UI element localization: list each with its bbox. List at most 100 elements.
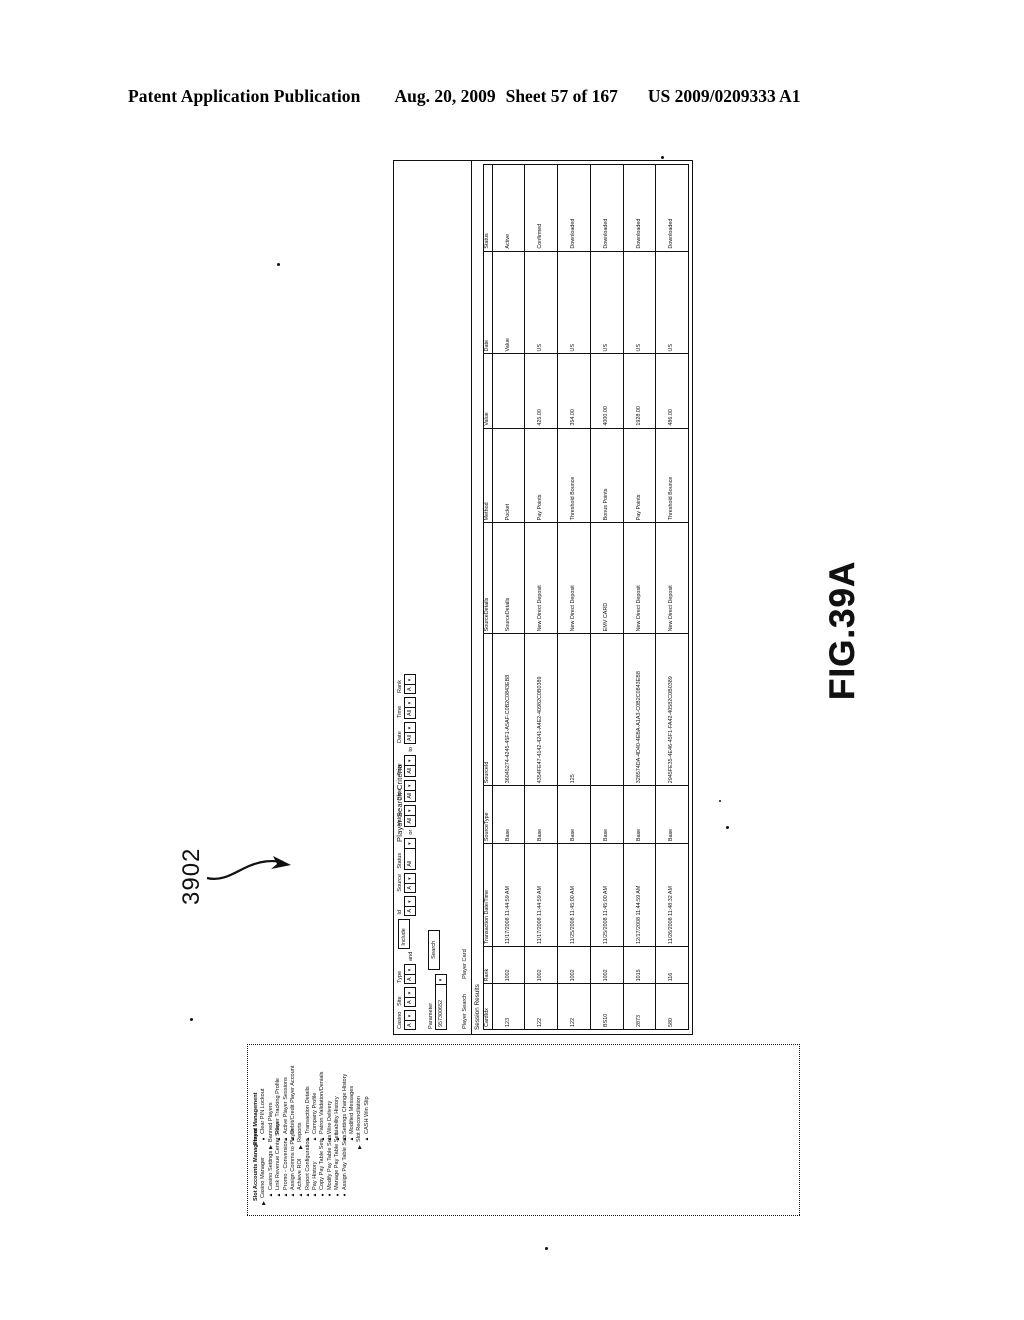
table-row[interactable]: 2873 1015 12/17/2008 11:44:59 AM Base 328574… <box>623 164 656 1030</box>
bullet-icon[interactable]: ● <box>327 1192 334 1198</box>
menu-item-root[interactable]: ▶Slot Accounts Management <box>253 1128 260 1209</box>
combo-id[interactable]: All ▾ <box>404 895 416 916</box>
combo-date-from[interactable]: All ▾ <box>404 779 416 802</box>
bullet-icon[interactable]: ▲ <box>327 1136 334 1142</box>
results-grid-wrapper[interactable]: CardIdx Rank Transaction Date/Time Sourc… <box>483 161 692 1034</box>
cell-sourcetype: Base <box>524 785 558 844</box>
column-header-method[interactable]: Method <box>483 428 493 523</box>
table-row[interactable]: 123 1002 11/17/2008 11:44:59 AM Base 3604527… <box>492 164 525 1030</box>
cell-rank: 116 <box>655 946 689 984</box>
combo-casino[interactable]: All ▾ <box>404 1010 416 1030</box>
chevron-down-icon[interactable]: ▾ <box>405 676 415 685</box>
bullet-icon[interactable]: ▲ <box>305 1136 312 1142</box>
label-rank: Rank <box>397 679 403 693</box>
column-header-date[interactable]: Date <box>483 251 493 354</box>
bullet-icon[interactable]: ▲ <box>305 1192 312 1198</box>
menu-item[interactable]: ● Modify Pay Table Sets <box>327 1135 334 1209</box>
chevron-down-icon[interactable]: ▾ <box>436 976 446 985</box>
chevron-down-icon[interactable]: ▾ <box>405 699 415 708</box>
expander-icon[interactable]: ▶ <box>261 1200 268 1206</box>
bullet-icon[interactable]: ▲ <box>342 1136 349 1142</box>
menu-item[interactable]: ▶ Slot Reconciliation <box>356 1096 364 1153</box>
bullet-icon[interactable]: ▲ <box>349 1136 356 1142</box>
menu-item[interactable]: ▲ Company Profile <box>312 1093 319 1153</box>
chevron-down-icon[interactable]: ▾ <box>405 989 415 998</box>
bullet-icon[interactable]: ▲ <box>283 1136 290 1142</box>
chevron-down-icon[interactable]: ▾ <box>405 966 415 975</box>
column-header-value[interactable]: Value <box>483 353 493 429</box>
bullet-icon[interactable]: ▲ <box>364 1136 371 1142</box>
search-button[interactable]: Search <box>428 929 440 970</box>
table-row[interactable]: 122 1002 11/17/2008 11:44:59 AM Base 4354FE4… <box>524 164 558 1030</box>
menu-item[interactable]: ▶ Casino Manager <box>260 1157 268 1209</box>
table-row[interactable]: 122 1002 11/25/2008 11:45:00 AM Base 125 New … <box>557 164 591 1030</box>
menu-item[interactable]: ● Assign Pay Table Sets <box>342 1134 349 1209</box>
expander-icon[interactable]: ▶ <box>298 1144 305 1150</box>
bullet-icon[interactable]: ▲ <box>283 1192 290 1198</box>
combo-site[interactable]: All ▾ <box>404 987 416 1007</box>
chevron-down-icon[interactable]: ▾ <box>405 1012 415 1021</box>
table-row[interactable]: 580 116 11/26/2008 11:48:32 AM Base 2945FE35… <box>655 164 689 1030</box>
menu-item[interactable]: ▲ Assign Comms to Player <box>290 1129 297 1209</box>
bullet-icon[interactable]: ● <box>320 1192 327 1198</box>
table-header-row: CardIdx Rank Transaction Date/Time Sourc… <box>483 164 493 1030</box>
combo-rank[interactable]: All ▾ <box>404 674 416 694</box>
combo-parameter[interactable]: 957300652 ▾ <box>435 974 447 1030</box>
menu-item[interactable]: ▶ Reports <box>297 1107 304 1153</box>
column-header-sourcetype[interactable]: SourceType <box>483 785 493 844</box>
bullet-icon[interactable]: ▲ <box>276 1136 283 1142</box>
menu-item[interactable]: ▲ Casino Settings <box>268 1151 275 1209</box>
bullet-icon[interactable]: ▲ <box>312 1136 319 1142</box>
combo-date-to[interactable]: All ▾ <box>404 722 416 744</box>
cell-datetime: 12/17/2008 11:44:59 AM <box>623 843 656 947</box>
menu-item[interactable]: ● Manage Pay Table Sets <box>334 1131 342 1209</box>
bullet-icon[interactable]: ▲ <box>276 1192 283 1198</box>
column-header-datetime[interactable]: Transaction Date/Time <box>483 843 493 947</box>
chevron-down-icon[interactable]: ▾ <box>405 806 415 816</box>
combo-type[interactable]: All ▾ <box>404 964 416 984</box>
table-row[interactable]: BS10 1002 11/25/2008 11:45:00 AM Base EMV CA… <box>590 164 624 1030</box>
textbox-include[interactable]: Include <box>398 918 410 949</box>
chevron-down-icon[interactable]: ▾ <box>405 874 415 884</box>
column-header-rank[interactable]: Rank <box>483 946 493 984</box>
tab-player-search[interactable]: Player Search <box>462 994 468 1029</box>
combo-source[interactable]: All ▾ <box>404 872 416 893</box>
bullet-icon[interactable]: ▲ <box>298 1192 305 1198</box>
column-header-status[interactable]: Status <box>483 164 493 252</box>
column-header-sourcedetails[interactable]: SourceDetails <box>483 522 493 634</box>
combo-time-from[interactable]: All ▾ <box>404 754 416 777</box>
menu-item[interactable]: ▲ Modified Messages <box>349 1086 356 1153</box>
bullet-icon[interactable]: ▲ <box>320 1136 327 1142</box>
bullet-icon[interactable]: ▲ <box>335 1136 342 1142</box>
tab-player-card[interactable]: Player Card <box>462 949 468 979</box>
combo-status[interactable]: All ▾ <box>404 837 416 870</box>
menu-item[interactable]: ● Copy Pay Table Sets <box>319 1138 327 1209</box>
combo-time-to[interactable]: All ▾ <box>404 697 416 719</box>
scan-speck <box>726 826 729 829</box>
chevron-down-icon[interactable]: ▾ <box>405 897 415 907</box>
chevron-down-icon[interactable]: ▾ <box>405 724 415 733</box>
bullet-icon[interactable]: ▲ <box>290 1136 297 1142</box>
menu-item[interactable]: ▲ Pay History <box>312 1161 319 1209</box>
chevron-down-icon[interactable]: ▾ <box>405 839 415 849</box>
expander-icon[interactable]: ▶ <box>268 1144 275 1150</box>
menu-item[interactable]: ▲ Promo - Conversion <box>283 1140 290 1209</box>
bullet-icon[interactable]: ▲ <box>290 1192 297 1198</box>
column-header-cardidx[interactable]: CardIdx <box>483 983 493 1030</box>
menu-item[interactable]: ● Clear PIN Lockout <box>260 1089 268 1153</box>
bullet-icon[interactable]: ● <box>342 1192 349 1198</box>
menu-item[interactable]: ▲ Link Revenue Center Sales <box>275 1122 283 1209</box>
combo-value[interactable]: All ▾ <box>404 804 416 827</box>
bullet-icon[interactable]: ▲ <box>312 1192 319 1198</box>
chevron-down-icon[interactable]: ▾ <box>405 781 415 791</box>
bullet-icon[interactable]: ▲ <box>268 1192 275 1198</box>
chevron-down-icon[interactable]: ▾ <box>405 756 415 766</box>
menu-item[interactable]: ▲ Achieve ROI <box>297 1159 305 1209</box>
menu-item[interactable]: ▶ Banned Players <box>268 1103 275 1153</box>
menu-item[interactable]: ▲ Report Configuration <box>305 1138 312 1209</box>
menu-item[interactable]: ▲ CASH Win Slip <box>364 1096 371 1153</box>
column-header-sourceid[interactable]: SourceId <box>483 633 493 786</box>
expander-icon[interactable]: ▶ <box>357 1144 364 1150</box>
bullet-icon[interactable]: ● <box>261 1136 268 1142</box>
bullet-icon[interactable]: ● <box>335 1192 342 1198</box>
